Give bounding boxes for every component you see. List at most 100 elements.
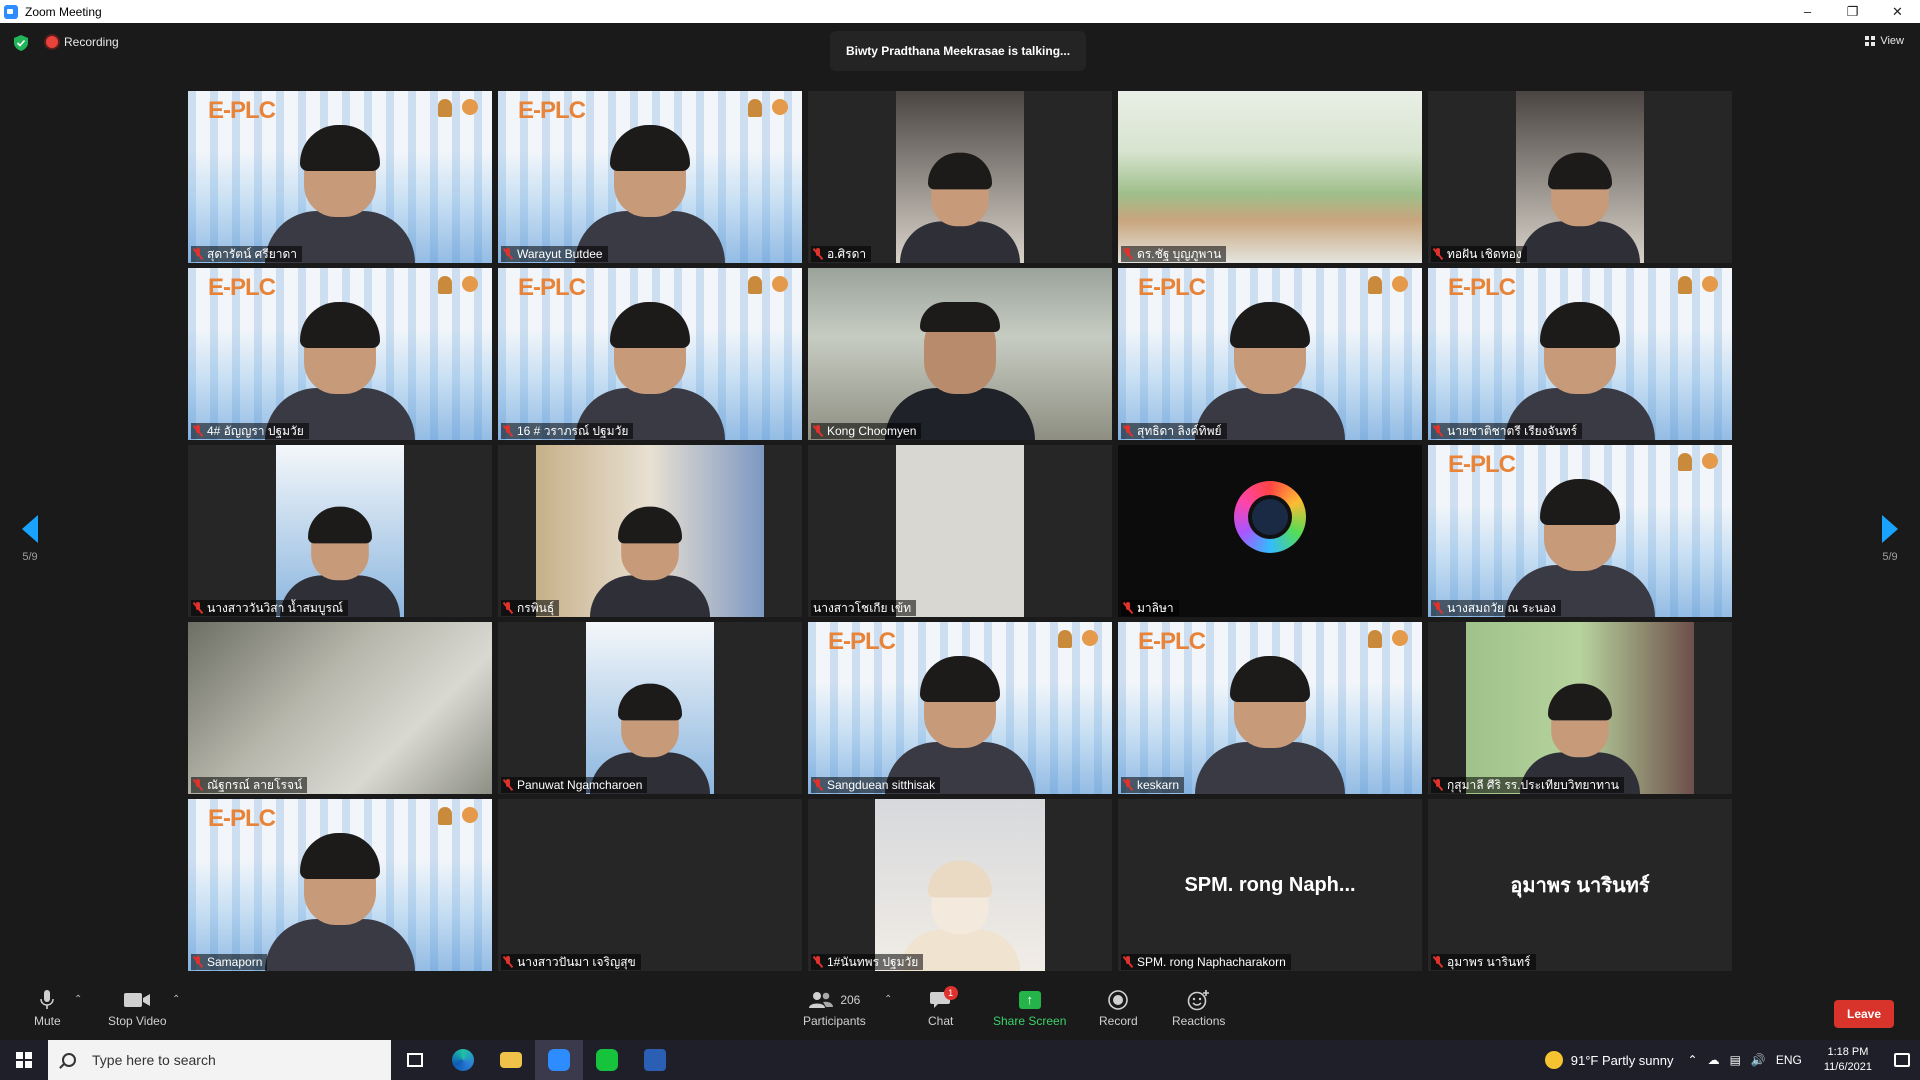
taskbar-search-box[interactable]: Type here to search — [48, 1040, 391, 1080]
participant-tile[interactable]: Kong Choomyen — [808, 268, 1112, 440]
video-feed: E-PLC — [498, 268, 802, 440]
recording-indicator[interactable]: Recording — [46, 35, 119, 49]
participant-name: ดร.ชัฐ บุญภูพาน — [1137, 246, 1222, 261]
participant-name-tag: กรพินธุ์ — [501, 600, 560, 616]
participant-tile[interactable]: นางสาวโชเกีย เข้ท — [808, 445, 1112, 617]
participant-tile[interactable]: E-PLC สุดารัตน์ ศรียาดา — [188, 91, 492, 263]
reactions-button[interactable]: Reactions — [1172, 988, 1225, 1028]
leave-button[interactable]: Leave — [1834, 1000, 1894, 1028]
video-feed — [808, 268, 1112, 440]
participant-tile[interactable]: นางสาววันวิสา น้ำสมบูรณ์ — [188, 445, 492, 617]
video-feed: E-PLC — [498, 91, 802, 263]
participant-name-tag: อ.ศิรดา — [811, 246, 872, 262]
participant-tile[interactable]: อ.ศิรดา — [808, 91, 1112, 263]
participants-options-caret-icon[interactable]: ⌃ — [884, 994, 892, 1005]
participant-tile[interactable]: E-PLC Sangduean sitthisak — [808, 622, 1112, 794]
start-button[interactable] — [0, 1040, 48, 1080]
stop-video-label: Stop Video — [108, 1014, 167, 1028]
participant-tile[interactable]: E-PLC 4# อัญญรา ปฐมวัย — [188, 268, 492, 440]
participant-name: อุมาพร นารินทร์ — [1447, 954, 1531, 969]
onedrive-cloud-icon[interactable]: ☁ — [1708, 1053, 1720, 1067]
audio-options-caret-icon[interactable]: ⌃ — [74, 994, 82, 1005]
video-feed: E-PLC — [1428, 268, 1732, 440]
participant-tile[interactable]: E-PLC Samaporn — [188, 799, 492, 971]
windows-taskbar: Type here to search 91°F Partly sunny ⌃ … — [0, 1040, 1920, 1080]
minimize-button[interactable]: – — [1785, 0, 1830, 23]
participant-tile[interactable]: E-PLC 16 # วราภรณ์ ปฐมวัย — [498, 268, 802, 440]
participant-name: Warayut Butdee — [517, 247, 603, 261]
notification-center-button[interactable] — [1884, 1040, 1920, 1080]
participant-tile[interactable]: E-PLC Warayut Butdee — [498, 91, 802, 263]
close-button[interactable]: ✕ — [1875, 0, 1920, 23]
microphone-muted-icon — [193, 956, 203, 968]
restore-button[interactable]: ❐ — [1830, 0, 1875, 23]
shield-icon[interactable] — [14, 35, 28, 51]
video-feed — [808, 799, 1112, 971]
word-app-button[interactable] — [631, 1040, 679, 1080]
participant-name-tag: 4# อัญญรา ปฐมวัย — [191, 423, 309, 439]
search-placeholder: Type here to search — [92, 1052, 216, 1068]
participant-tile[interactable]: E-PLC นางสมถวัย ณ ระนอง — [1428, 445, 1732, 617]
participant-tile[interactable]: Panuwat Ngamcharoen — [498, 622, 802, 794]
volume-icon[interactable]: 🔊 — [1751, 1053, 1766, 1067]
chat-unread-badge: 1 — [943, 986, 958, 1000]
participant-name-tag: กุสุมาลี ศีริ รร.ประเทียบวิทยาทาน — [1431, 777, 1624, 793]
participant-name: กรพินธุ์ — [517, 600, 555, 615]
participant-tile[interactable]: SPM. rong Naph... SPM. rong Naphacharakor… — [1118, 799, 1422, 971]
participant-name: นางสาวปันมา เจริญสุข — [517, 954, 636, 969]
edge-browser-button[interactable] — [439, 1040, 487, 1080]
participants-button[interactable]: 206 Participants — [803, 988, 866, 1028]
chat-button[interactable]: 1 Chat — [928, 986, 958, 1028]
windows-logo-icon — [16, 1052, 32, 1068]
share-screen-button[interactable]: ↑ Share Screen — [993, 988, 1066, 1028]
participant-tile[interactable]: 1#นันทพร ปฐมวัย — [808, 799, 1112, 971]
participant-name: Kong Choomyen — [827, 424, 917, 438]
previous-page-button[interactable]: 5/9 — [10, 515, 50, 563]
network-icon[interactable]: ▤ — [1730, 1053, 1741, 1067]
participant-tile[interactable]: อุมาพร นารินทร์ อุมาพร นารินทร์ — [1428, 799, 1732, 971]
video-feed — [498, 799, 802, 971]
video-camera-icon — [124, 988, 151, 1012]
clock-time: 1:18 PM — [1827, 1046, 1869, 1058]
participant-tile[interactable]: มาลิษา — [1118, 445, 1422, 617]
microphone-muted-icon — [503, 956, 513, 968]
microphone-muted-icon — [1433, 779, 1443, 791]
participant-tile[interactable]: ณัฐกรณ์ ลายโรจน์ — [188, 622, 492, 794]
line-app-button[interactable] — [583, 1040, 631, 1080]
video-feed — [188, 622, 492, 794]
video-options-caret-icon[interactable]: ⌃ — [172, 994, 180, 1005]
participant-name: Sangduean sitthisak — [827, 778, 936, 792]
notification-icon — [1894, 1053, 1910, 1067]
weather-text[interactable]: 91°F Partly sunny — [1571, 1053, 1674, 1068]
participant-name: Panuwat Ngamcharoen — [517, 778, 643, 792]
file-explorer-button[interactable] — [487, 1040, 535, 1080]
weather-sun-icon[interactable] — [1544, 1051, 1563, 1069]
participant-name: นางสาวโชเกีย เข้ท — [813, 600, 912, 615]
record-button[interactable]: Record — [1099, 988, 1138, 1028]
zoom-taskbar-button[interactable] — [535, 1040, 583, 1080]
view-button[interactable]: View — [1865, 35, 1904, 47]
tray-overflow-chevron-icon[interactable]: ⌃ — [1688, 1053, 1698, 1067]
view-label: View — [1880, 35, 1904, 47]
participant-name: กุสุมาลี ศีริ รร.ประเทียบวิทยาทาน — [1447, 777, 1619, 792]
input-language[interactable]: ENG — [1776, 1053, 1802, 1067]
taskbar-clock[interactable]: 1:18 PM 11/6/2021 — [1824, 1045, 1872, 1075]
microphone-muted-icon — [503, 602, 513, 614]
next-page-button[interactable]: 5/9 — [1870, 515, 1910, 563]
participant-name-tag: นางสาววันวิสา น้ำสมบูรณ์ — [191, 600, 349, 616]
video-feed — [1428, 91, 1732, 263]
participant-tile[interactable]: E-PLC นายชาติชาตรี เรียงจันทร์ — [1428, 268, 1732, 440]
participant-tile[interactable]: E-PLC สุทธิดา ลิงค์ทิพย์ — [1118, 268, 1422, 440]
participant-tile[interactable]: ดร.ชัฐ บุญภูพาน — [1118, 91, 1422, 263]
mute-button[interactable]: Mute — [34, 988, 61, 1028]
participant-tile[interactable]: E-PLC keskarn — [1118, 622, 1422, 794]
participant-tile[interactable]: ทอฝัน เชิดทอง — [1428, 91, 1732, 263]
participant-display-name: SPM. rong Naph... — [1184, 873, 1356, 896]
participant-tile[interactable]: กรพินธุ์ — [498, 445, 802, 617]
task-view-button[interactable] — [391, 1040, 439, 1080]
participant-tile[interactable]: นางสาวปันมา เจริญสุข — [498, 799, 802, 971]
window-title: Zoom Meeting — [25, 4, 102, 19]
microphone-muted-icon — [1433, 425, 1443, 437]
participant-tile[interactable]: กุสุมาลี ศีริ รร.ประเทียบวิทยาทาน — [1428, 622, 1732, 794]
stop-video-button[interactable]: Stop Video — [108, 988, 167, 1028]
